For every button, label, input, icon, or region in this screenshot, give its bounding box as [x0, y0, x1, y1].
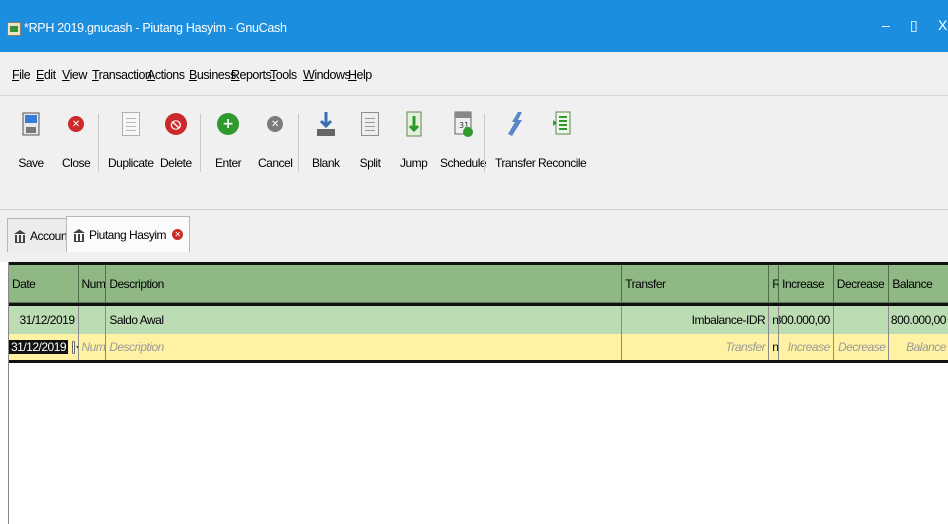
- close-window-button[interactable]: X: [938, 17, 947, 33]
- row-balance: 800.000,00: [890, 313, 947, 327]
- column-header-num: Num: [79, 265, 107, 302]
- transfer-icon: [502, 110, 528, 138]
- minimize-button[interactable]: –: [882, 17, 890, 33]
- toolbar-separator: [298, 114, 299, 172]
- cancel-button[interactable]: ✕ Cancel: [258, 110, 293, 190]
- increase-input[interactable]: Increase: [779, 334, 834, 360]
- row-increase[interactable]: 800.000,00: [779, 306, 834, 334]
- menu-business[interactable]: Business: [189, 68, 236, 82]
- transfer-input[interactable]: Transfer: [622, 334, 770, 360]
- row-date[interactable]: 31/12/2019: [9, 306, 79, 334]
- toolbar-separator: [98, 114, 99, 172]
- maximize-button[interactable]: ▯: [910, 17, 918, 34]
- row-num[interactable]: [79, 306, 107, 334]
- blank-transaction-icon: [313, 110, 339, 138]
- row-description[interactable]: Saldo Awal: [106, 306, 623, 334]
- num-input[interactable]: Num: [79, 334, 107, 360]
- split-icon: [357, 110, 383, 138]
- toolbar: Save ✕ Close Duplicate ⦸ Delete + Enter …: [0, 96, 948, 210]
- column-header-increase: Increase: [779, 265, 834, 302]
- save-icon: [18, 110, 44, 138]
- close-button[interactable]: ✕ Close: [62, 110, 91, 190]
- bank-icon: [14, 229, 26, 243]
- delete-button[interactable]: ⦸ Delete: [160, 110, 192, 190]
- reconciled-input[interactable]: n: [769, 334, 780, 360]
- row-reconciled[interactable]: n: [769, 306, 780, 334]
- column-header-transfer: Transfer: [622, 265, 770, 302]
- date-input-cell[interactable]: 31/12/2019: [9, 334, 79, 360]
- date-input[interactable]: 31/12/2019: [9, 340, 69, 354]
- menu-reports[interactable]: Reports: [231, 68, 272, 82]
- reconcile-button[interactable]: Reconcile: [538, 110, 587, 190]
- enter-button[interactable]: + Enter: [215, 110, 242, 190]
- split-button[interactable]: Split: [357, 110, 383, 190]
- menu-help[interactable]: Help: [348, 68, 372, 82]
- save-button[interactable]: Save: [18, 110, 44, 190]
- blank-button[interactable]: Blank: [312, 110, 340, 190]
- row-decrease[interactable]: [834, 306, 890, 334]
- column-header-date: Date: [9, 265, 79, 302]
- duplicate-button[interactable]: Duplicate: [108, 110, 154, 190]
- transfer-button[interactable]: Transfer: [495, 110, 536, 190]
- transaction-row[interactable]: 31/12/2019 Saldo Awal Imbalance-IDR n 80…: [9, 306, 948, 334]
- menu-transaction[interactable]: Transaction: [92, 68, 152, 82]
- title-bar: *RPH 2019.gnucash - Piutang Hasyim - Gnu…: [0, 0, 948, 52]
- row-transfer[interactable]: Imbalance-IDR: [622, 306, 770, 334]
- toolbar-separator: [484, 114, 485, 172]
- menu-bar: File Edit View Transaction Actions Busin…: [0, 52, 948, 96]
- menu-tools[interactable]: Tools: [270, 68, 297, 82]
- tab-piutang-hasyim[interactable]: Piutang Hasyim ✕: [66, 216, 191, 252]
- bank-icon: [73, 228, 85, 242]
- column-header-description: Description: [106, 265, 623, 302]
- description-input[interactable]: Description: [106, 334, 623, 360]
- register-entry-border: [9, 360, 948, 363]
- tab-bar: Accounts Piutang Hasyim ✕: [0, 210, 948, 262]
- menu-actions[interactable]: Actions: [147, 68, 185, 82]
- blank-transaction-row[interactable]: 31/12/2019 Num Description Transfer n In…: [9, 334, 948, 360]
- menu-edit[interactable]: Edit: [36, 68, 56, 82]
- schedule-icon: 31: [450, 110, 476, 138]
- date-picker-icon[interactable]: [72, 340, 78, 354]
- menu-windows[interactable]: Windows: [303, 68, 351, 82]
- enter-icon: +: [215, 110, 241, 138]
- balance-display: Balance: [906, 340, 946, 354]
- jump-button[interactable]: Jump: [400, 110, 428, 190]
- cancel-icon: ✕: [262, 110, 288, 138]
- account-register: Date Num Description Transfer R Increase…: [8, 262, 948, 524]
- close-tab-icon[interactable]: ✕: [172, 229, 184, 240]
- menu-view[interactable]: View: [62, 68, 87, 82]
- column-header-reconciled: R: [769, 265, 780, 302]
- schedule-button[interactable]: 31 Schedule: [440, 110, 487, 190]
- jump-icon: [401, 110, 427, 138]
- decrease-input[interactable]: Decrease: [834, 334, 890, 360]
- column-header-balance: Balance: [892, 276, 933, 291]
- reconcile-icon: [549, 110, 575, 138]
- duplicate-icon: [118, 110, 144, 138]
- menu-file[interactable]: File: [12, 68, 31, 82]
- register-header-row: Date Num Description Transfer R Increase…: [9, 265, 948, 303]
- gnucash-app-icon: [7, 22, 21, 36]
- window-title: *RPH 2019.gnucash - Piutang Hasyim - Gnu…: [24, 21, 287, 35]
- column-header-decrease: Decrease: [834, 265, 890, 302]
- delete-icon: ⦸: [163, 110, 189, 138]
- close-icon: ✕: [63, 110, 89, 138]
- toolbar-separator: [200, 114, 201, 172]
